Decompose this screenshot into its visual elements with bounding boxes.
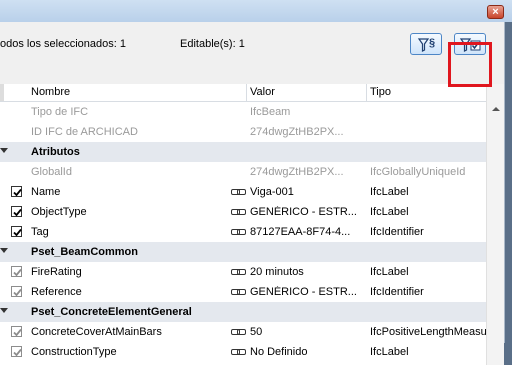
row-checkbox[interactable]: [11, 326, 22, 337]
property-value: GENÉRICO - ESTR...: [250, 206, 357, 218]
property-name: Name: [31, 186, 61, 198]
property-name: ConcreteCoverAtMainBars: [31, 326, 162, 338]
section-row[interactable]: Pset_BeamCommon: [0, 242, 486, 262]
link-icon[interactable]: [231, 348, 246, 356]
row-checkbox[interactable]: [11, 206, 22, 217]
scroll-up-arrow-icon[interactable]: [492, 107, 500, 111]
vertical-scrollbar[interactable]: [486, 84, 504, 365]
table-row[interactable]: Name Viga-001 IfcLabel: [0, 182, 486, 202]
property-value: IfcBeam: [250, 106, 291, 118]
property-type: IfcLabel: [370, 266, 409, 278]
link-icon[interactable]: [231, 288, 246, 296]
property-value: Viga-001: [250, 186, 294, 198]
dialog-titlebar: ×: [0, 0, 512, 22]
property-type: IfcLabel: [370, 186, 409, 198]
checkmark-icon: [13, 328, 22, 337]
property-type: IfcPositiveLengthMeasure: [370, 326, 497, 338]
close-button[interactable]: ×: [487, 5, 504, 19]
selected-count-label: odos los seleccionados: 1: [0, 38, 126, 50]
table-row[interactable]: ConstructionType No Definido IfcLabel: [0, 342, 486, 362]
link-icon[interactable]: [231, 188, 246, 196]
property-type: IfcIdentifier: [370, 226, 424, 238]
expand-triangle-icon[interactable]: [0, 148, 8, 153]
checkmark-icon: [13, 268, 22, 277]
highlight-box: [448, 42, 492, 87]
link-icon[interactable]: [231, 268, 246, 276]
row-checkbox[interactable]: [11, 286, 22, 297]
table-row[interactable]: Reference GENÉRICO - ESTR... IfcIdentifier: [0, 282, 486, 302]
table-row[interactable]: ID IFC de ARCHICAD 274dwgZtHB2PX...: [0, 122, 486, 142]
property-type: IfcGloballyUniqueId: [370, 166, 466, 178]
link-icon[interactable]: [231, 328, 246, 336]
column-header-value[interactable]: Valor: [250, 86, 275, 98]
table-row[interactable]: ConcreteCoverAtMainBars 50 IfcPositiveLeng…: [0, 322, 497, 342]
section-title: Atributos: [31, 146, 80, 158]
horizontal-scroll-stub[interactable]: [0, 84, 4, 101]
property-name: Tipo de IFC: [31, 106, 89, 118]
link-icon[interactable]: [231, 208, 246, 216]
section-row[interactable]: Atributos: [0, 142, 486, 162]
funnel-section-icon: [417, 38, 430, 52]
checkmark-icon: [13, 208, 22, 217]
property-value: 87127EAA-8F74-4...: [250, 226, 351, 238]
column-header-type[interactable]: Tipo: [370, 86, 391, 98]
checkmark-icon: [13, 188, 22, 197]
expand-triangle-icon[interactable]: [0, 248, 8, 253]
row-checkbox[interactable]: [11, 186, 22, 197]
table-row[interactable]: Tipo de IFC IfcBeam: [0, 102, 486, 122]
link-icon[interactable]: [231, 228, 246, 236]
filter-section-label: §: [429, 37, 436, 49]
filter-section-button[interactable]: §: [410, 33, 442, 55]
properties-table: Nombre Valor Tipo Tipo de IFC IfcBeam ID I…: [0, 84, 504, 365]
property-name: FireRating: [31, 266, 82, 278]
column-header-name[interactable]: Nombre: [31, 86, 70, 98]
property-value: No Definido: [250, 346, 308, 358]
property-type: IfcLabel: [370, 346, 409, 358]
section-title: Pset_BeamCommon: [31, 246, 138, 258]
close-icon: ×: [492, 6, 499, 18]
editable-count-label: Editable(s): 1: [180, 38, 245, 50]
property-name: Tag: [31, 226, 49, 238]
dialog-content: odos los seleccionados: 1 Editable(s): 1…: [0, 22, 505, 365]
checkmark-icon: [13, 348, 22, 357]
property-name: Reference: [31, 286, 82, 298]
section-row[interactable]: Pset_ConcreteElementGeneral: [0, 302, 486, 322]
table-row[interactable]: ObjectType GENÉRICO - ESTR... IfcLabel: [0, 202, 486, 222]
property-value: GENÉRICO - ESTR...: [250, 286, 357, 298]
property-name: ID IFC de ARCHICAD: [31, 126, 138, 138]
table-row[interactable]: FireRating 20 minutos IfcLabel: [0, 262, 486, 282]
property-value: 50: [250, 326, 263, 338]
property-value: 274dwgZtHB2PX...: [250, 126, 344, 138]
property-value: 274dwgZtHB2PX...: [250, 166, 344, 178]
expand-triangle-icon[interactable]: [0, 308, 8, 313]
property-name: ObjectType: [31, 206, 87, 218]
table-row[interactable]: Tag 87127EAA-8F74-4... IfcIdentifier: [0, 222, 486, 242]
section-title: Pset_ConcreteElementGeneral: [31, 306, 192, 318]
property-name: ConstructionType: [31, 346, 117, 358]
checkmark-icon: [13, 228, 22, 237]
property-value: 20 minutos: [250, 266, 304, 278]
row-checkbox[interactable]: [11, 226, 22, 237]
property-name: GlobalId: [31, 166, 72, 178]
row-checkbox[interactable]: [11, 346, 22, 357]
property-type: IfcIdentifier: [370, 286, 424, 298]
table-row[interactable]: GlobalId 274dwgZtHB2PX... IfcGloballyUniqu…: [0, 162, 486, 182]
property-type: IfcLabel: [370, 206, 409, 218]
checkmark-icon: [13, 288, 22, 297]
row-checkbox[interactable]: [11, 266, 22, 277]
table-header: Nombre Valor Tipo: [0, 84, 486, 102]
